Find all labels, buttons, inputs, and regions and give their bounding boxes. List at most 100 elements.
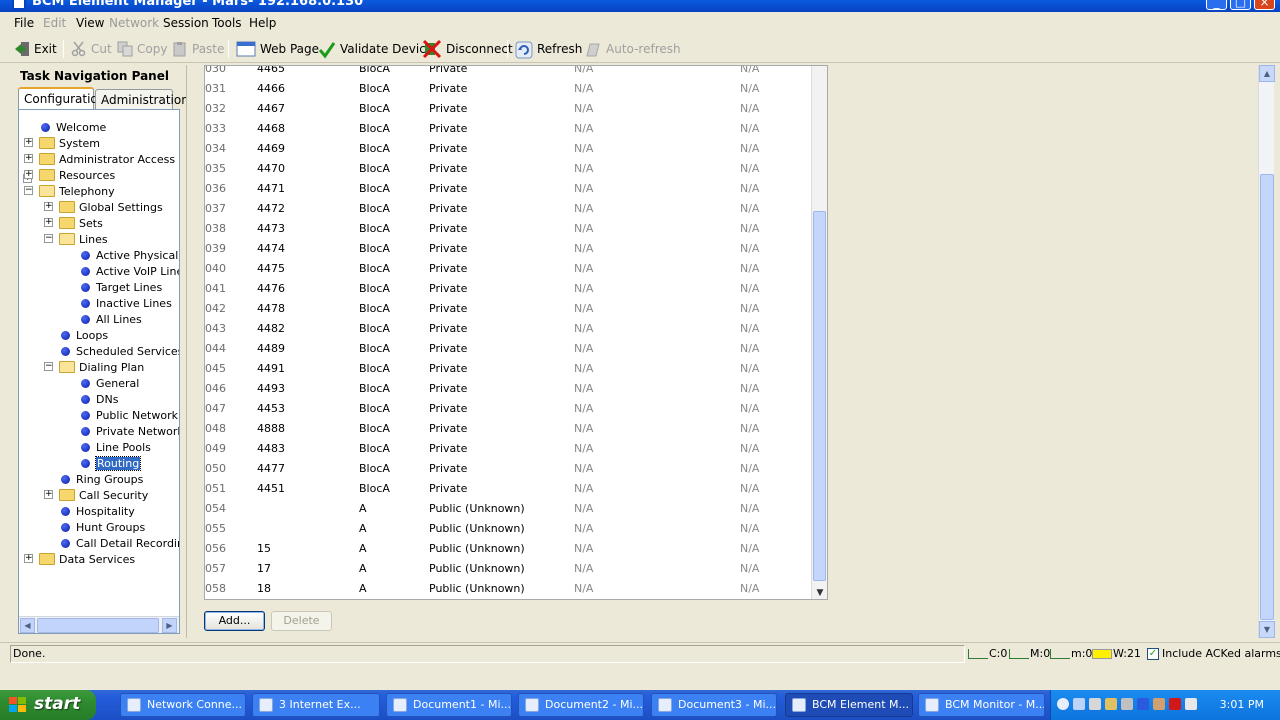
menu-view[interactable]: View bbox=[76, 16, 104, 30]
table-row[interactable]: 030 4465 BlocA Private N/A N/A bbox=[205, 66, 813, 80]
tree-item-welcome[interactable]: Welcome bbox=[41, 119, 106, 135]
scroll-right-icon[interactable]: ▶ bbox=[162, 618, 177, 633]
tree-item-hunt-groups[interactable]: Hunt Groups bbox=[61, 519, 145, 535]
table-row[interactable]: 040 4475 BlocA Private N/A N/A bbox=[205, 260, 813, 280]
tree-item-all-lines[interactable]: All Lines bbox=[81, 311, 142, 327]
expand-icon[interactable]: + bbox=[24, 554, 33, 563]
auto-refresh-button[interactable]: Auto-refresh bbox=[584, 39, 681, 59]
tree-item-data-services[interactable]: Data Services bbox=[39, 551, 135, 567]
tree-item-active-voip-lines[interactable]: Active VoIP Lines bbox=[81, 263, 179, 279]
table-row[interactable]: 058 18 A Public (Unknown) N/A N/A bbox=[205, 580, 813, 599]
table-row[interactable]: 033 4468 BlocA Private N/A N/A bbox=[205, 120, 813, 140]
tray-icon[interactable] bbox=[1153, 698, 1165, 710]
table-row[interactable]: 037 4472 BlocA Private N/A N/A bbox=[205, 200, 813, 220]
task-internet-explorer[interactable]: 3 Internet Ex... bbox=[252, 693, 380, 717]
tree-item-administrator-access[interactable]: Administrator Access bbox=[39, 151, 175, 167]
task-document1[interactable]: Document1 - Mi... bbox=[386, 693, 512, 717]
table-row[interactable]: 031 4466 BlocA Private N/A N/A bbox=[205, 80, 813, 100]
exit-button[interactable]: Exit bbox=[14, 39, 57, 59]
tray-expand-icon[interactable] bbox=[1057, 698, 1069, 710]
tree-item-system[interactable]: System bbox=[39, 135, 100, 151]
network-tray-icon[interactable] bbox=[1073, 698, 1085, 710]
table-row[interactable]: 045 4491 BlocA Private N/A N/A bbox=[205, 360, 813, 380]
tree-item-ring-groups[interactable]: Ring Groups bbox=[61, 471, 143, 487]
tree-item-private-network[interactable]: Private Network bbox=[81, 423, 179, 439]
delete-button[interactable]: Delete bbox=[271, 611, 332, 631]
table-row[interactable]: 055 A Public (Unknown) N/A N/A bbox=[205, 520, 813, 540]
close-button[interactable]: × bbox=[1254, 0, 1275, 10]
menu-network[interactable]: Network bbox=[109, 16, 159, 30]
tray-icon[interactable] bbox=[1169, 698, 1181, 710]
tree-item-scheduled-services[interactable]: Scheduled Services bbox=[61, 343, 179, 359]
tree-horizontal-scrollbar[interactable]: ◀ ▶ bbox=[19, 616, 179, 633]
validate-device-button[interactable]: Validate Device bbox=[318, 39, 433, 59]
expand-icon[interactable]: + bbox=[44, 218, 53, 227]
expand-icon[interactable]: + bbox=[24, 154, 33, 163]
task-network-connections[interactable]: Network Conne... bbox=[120, 693, 246, 717]
tree-item-public-network[interactable]: Public Network bbox=[81, 407, 178, 423]
scroll-up-icon[interactable]: ▲ bbox=[1259, 65, 1275, 82]
table-row[interactable]: 032 4467 BlocA Private N/A N/A bbox=[205, 100, 813, 120]
disconnect-button[interactable]: Disconnect bbox=[422, 39, 513, 59]
main-vertical-scrollbar[interactable]: ▲ ▼ bbox=[1258, 65, 1275, 638]
table-row[interactable]: 046 4493 BlocA Private N/A N/A bbox=[205, 380, 813, 400]
tree-item-inactive-lines[interactable]: Inactive Lines bbox=[81, 295, 172, 311]
refresh-button[interactable]: Refresh bbox=[515, 39, 582, 59]
tree-item-sets[interactable]: Sets bbox=[59, 215, 103, 231]
collapse-icon[interactable]: − bbox=[44, 362, 53, 371]
tree-item-loops[interactable]: Loops bbox=[61, 327, 108, 343]
scroll-down-icon[interactable]: ▼ bbox=[812, 585, 827, 599]
expand-icon[interactable]: + bbox=[24, 138, 33, 147]
table-row[interactable]: 041 4476 BlocA Private N/A N/A bbox=[205, 280, 813, 300]
tree-item-lines[interactable]: Lines bbox=[59, 231, 108, 247]
table-row[interactable]: 056 15 A Public (Unknown) N/A N/A bbox=[205, 540, 813, 560]
table-row[interactable]: 050 4477 BlocA Private N/A N/A bbox=[205, 460, 813, 480]
table-row[interactable]: 051 4451 BlocA Private N/A N/A bbox=[205, 480, 813, 500]
minimize-button[interactable]: _ bbox=[1206, 0, 1227, 10]
tray-icon[interactable] bbox=[1121, 698, 1133, 710]
table-row[interactable]: 043 4482 BlocA Private N/A N/A bbox=[205, 320, 813, 340]
table-row[interactable]: 049 4483 BlocA Private N/A N/A bbox=[205, 440, 813, 460]
menu-tools[interactable]: Tools bbox=[212, 16, 242, 30]
menu-help[interactable]: Help bbox=[249, 16, 276, 30]
collapse-icon[interactable]: − bbox=[44, 234, 53, 243]
tree-item-target-lines[interactable]: Target Lines bbox=[81, 279, 162, 295]
expand-icon[interactable]: + bbox=[24, 170, 33, 179]
tab-configuration[interactable]: Configuration bbox=[18, 87, 105, 109]
task-bcm-element-manager[interactable]: BCM Element M... bbox=[785, 693, 913, 717]
paste-button[interactable]: Paste bbox=[172, 39, 224, 59]
start-button[interactable]: start bbox=[0, 690, 96, 720]
cut-button[interactable]: Cut bbox=[71, 39, 112, 59]
tree-item-dialing-plan[interactable]: Dialing Plan bbox=[59, 359, 144, 375]
expand-icon[interactable]: + bbox=[44, 490, 53, 499]
scroll-down-icon[interactable]: ▼ bbox=[1259, 621, 1275, 638]
tree-item-global-settings[interactable]: Global Settings bbox=[59, 199, 163, 215]
tree-item-routing[interactable]: Routing bbox=[81, 455, 142, 471]
web-page-button[interactable]: Web Page bbox=[236, 39, 319, 59]
scroll-left-icon[interactable]: ◀ bbox=[20, 618, 35, 633]
menu-session[interactable]: Session bbox=[163, 16, 209, 30]
table-row[interactable]: 047 4453 BlocA Private N/A N/A bbox=[205, 400, 813, 420]
menu-file[interactable]: File bbox=[14, 16, 34, 30]
task-document3[interactable]: Document3 - Mi... bbox=[651, 693, 777, 717]
table-row[interactable]: 048 4888 BlocA Private N/A N/A bbox=[205, 420, 813, 440]
table-row[interactable]: 039 4474 BlocA Private N/A N/A bbox=[205, 240, 813, 260]
copy-button[interactable]: Copy bbox=[117, 39, 167, 59]
tray-icon[interactable] bbox=[1185, 698, 1197, 710]
expand-icon[interactable]: + bbox=[44, 202, 53, 211]
tray-icon[interactable] bbox=[1089, 698, 1101, 710]
collapse-icon[interactable]: − bbox=[24, 186, 33, 195]
tab-administration[interactable]: Administration bbox=[95, 89, 189, 109]
scroll-thumb[interactable] bbox=[37, 618, 159, 633]
table-vertical-scrollbar[interactable]: ▼ bbox=[811, 66, 827, 599]
tree-item-telephony[interactable]: Telephony bbox=[39, 183, 115, 199]
tree-item-resources[interactable]: Resources bbox=[39, 167, 115, 183]
panel-splitter[interactable] bbox=[186, 65, 194, 638]
table-row[interactable]: 057 17 A Public (Unknown) N/A N/A bbox=[205, 560, 813, 580]
scroll-thumb[interactable] bbox=[813, 211, 826, 581]
tree-item-general[interactable]: General bbox=[81, 375, 139, 391]
tree-item-call-security[interactable]: Call Security bbox=[59, 487, 148, 503]
include-acked-checkbox[interactable]: ✓ Include ACKed alarms bbox=[1147, 647, 1280, 660]
task-document2[interactable]: Document2 - Mi... bbox=[518, 693, 644, 717]
tray-icon[interactable] bbox=[1137, 698, 1149, 710]
